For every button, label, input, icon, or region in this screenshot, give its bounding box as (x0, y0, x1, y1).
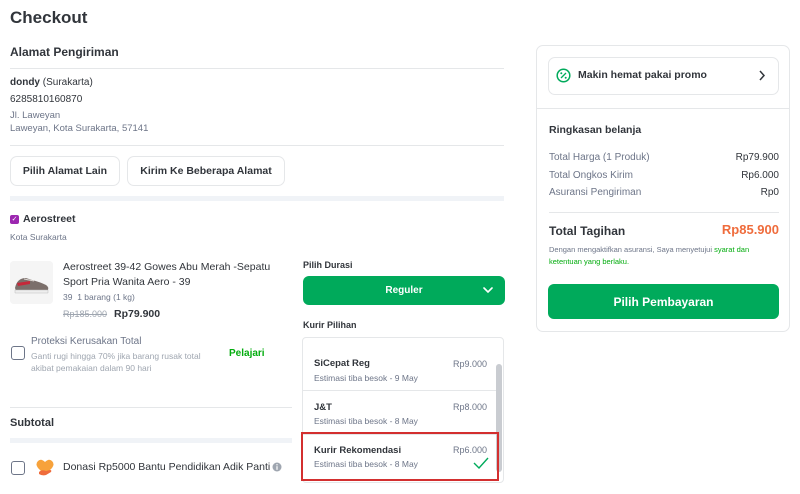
summary-row-value: Rp79.900 (735, 152, 779, 163)
product-image[interactable] (10, 261, 53, 304)
selected-courier-highlight (301, 432, 499, 481)
protection-learn-link[interactable]: Pelajari (229, 348, 265, 359)
info-icon[interactable] (272, 462, 282, 472)
page-title: Checkout (10, 8, 88, 27)
donation-checkbox[interactable] (11, 461, 25, 475)
divider (10, 68, 504, 69)
summary-title: Ringkasan belanja (549, 124, 642, 136)
promo-label: Makin hemat pakai promo (578, 69, 707, 81)
product-qty-weight: 1 barang (1 kg) (77, 292, 135, 302)
summary-row-label: Asuransi Pengiriman (549, 187, 642, 198)
product-variant: 39 (63, 292, 73, 302)
duration-label: Pilih Durasi (303, 260, 353, 270)
recipient-phone: 6285810160870 (10, 94, 83, 105)
donation-label: Donasi Rp5000 Bantu Pendidikan Adik Pant… (63, 461, 271, 473)
chevron-right-icon (759, 70, 766, 81)
courier-label: Kurir Pilihan (303, 320, 357, 330)
product-name[interactable]: Aerostreet 39-42 Gowes Abu Merah -Sepatu… (63, 260, 288, 290)
protection-checkbox[interactable] (11, 346, 25, 360)
product-original-price: Rp185.000 (63, 309, 108, 319)
courier-price: Rp9.000 (452, 359, 487, 369)
multi-address-button[interactable]: Kirim Ke Beberapa Alamat (127, 156, 285, 186)
total-label: Total Tagihan (549, 224, 626, 238)
divider (10, 407, 292, 408)
courier-name: J&T (314, 402, 332, 413)
product-price: Rp79.900 (114, 308, 161, 320)
shoe-image (10, 261, 53, 304)
courier-estimate: Estimasi tiba besok - 9 May (314, 373, 418, 383)
courier-estimate: Estimasi tiba besok - 8 May (314, 416, 418, 426)
shop-name[interactable]: Aerostreet (23, 213, 76, 225)
shop-city: Kota Surakarta (10, 232, 67, 242)
summary-row-value: Rp0 (760, 187, 779, 198)
choose-payment-button[interactable]: Pilih Pembayaran (548, 284, 779, 319)
percent-badge-icon (556, 68, 571, 83)
courier-price: Rp8.000 (452, 402, 487, 412)
protection-description: Ganti rugi hingga 70% jika barang rusak … (31, 351, 201, 373)
duration-select[interactable]: Reguler (303, 276, 505, 305)
courier-option-sicepat[interactable]: SiCepat Reg Estimasi tiba besok - 9 May … (303, 346, 497, 390)
disclaimer-text: Dengan mengaktifkan asuransi, Saya menye… (549, 245, 713, 254)
recipient: dondy (Surakarta) (10, 77, 93, 88)
subtotal-label: Subtotal (10, 417, 54, 429)
total-value: Rp85.900 (721, 222, 779, 237)
address-city: Laweyan, Kota Surakarta, 57141 (10, 123, 149, 134)
address-section-title: Alamat Pengiriman (10, 45, 119, 59)
summary-row-value: Rp6.000 (741, 170, 779, 181)
address-street: Jl. Laweyan (10, 110, 61, 121)
divider (10, 145, 504, 146)
section-separator (10, 438, 292, 443)
donation-heart-icon (36, 459, 54, 476)
insurance-disclaimer: Dengan mengaktifkan asuransi, Saya menye… (549, 244, 777, 268)
courier-name: SiCepat Reg (314, 358, 370, 369)
protection-title: Proteksi Kerusakan Total (31, 336, 142, 347)
section-separator (10, 196, 504, 201)
recipient-city: (Surakarta) (42, 77, 93, 88)
choose-other-address-button[interactable]: Pilih Alamat Lain (10, 156, 120, 186)
courier-option-jnt[interactable]: J&T Estimasi tiba besok - 8 May Rp8.000 (303, 390, 497, 434)
summary-row-label: Total Harga (1 Produk) (549, 152, 650, 163)
product-meta: 39 1 barang (1 kg) (63, 292, 135, 302)
duration-value: Reguler (385, 285, 423, 296)
shop-badge-icon: ✓ (10, 215, 19, 224)
divider (537, 108, 789, 109)
summary-row-label: Total Ongkos Kirim (549, 170, 633, 181)
recipient-name: dondy (10, 77, 40, 88)
chevron-down-icon (483, 287, 493, 294)
divider (549, 212, 779, 213)
